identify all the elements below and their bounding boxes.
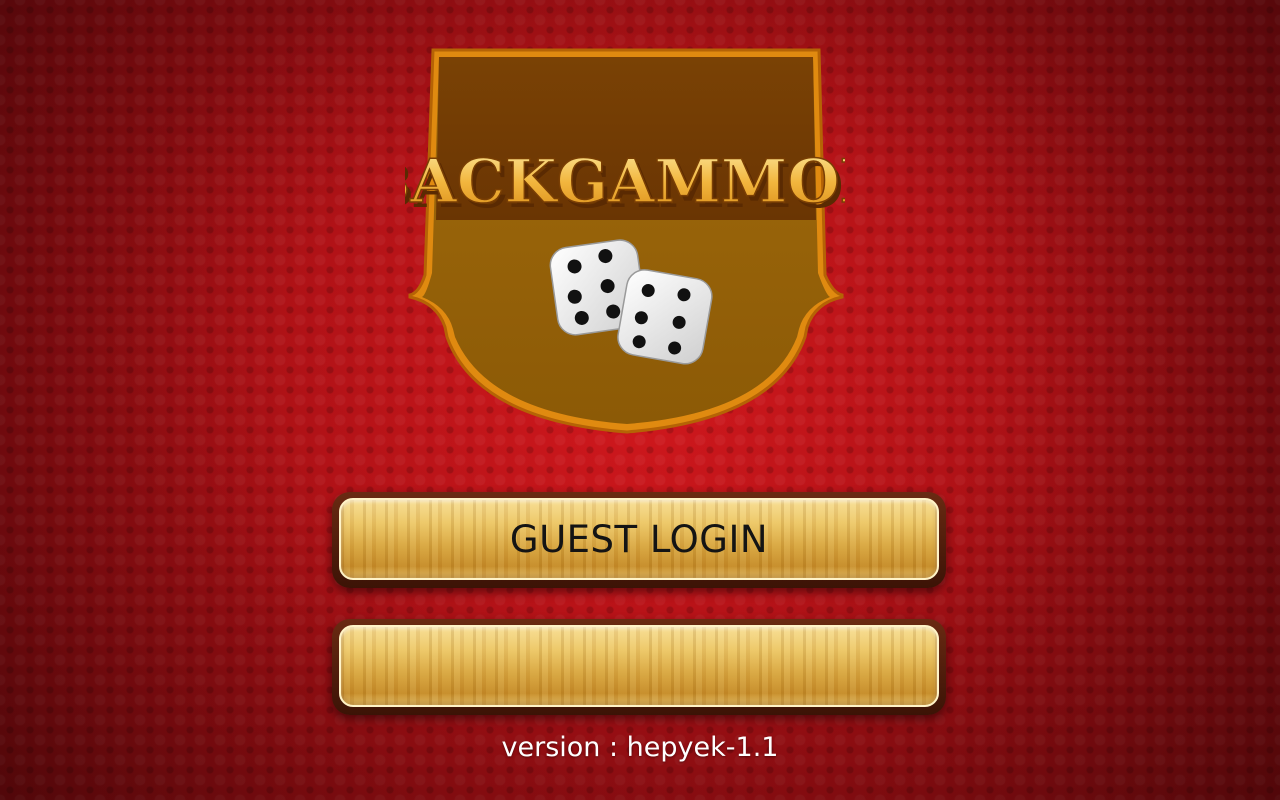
guest-login-button[interactable]: GUEST LOGIN <box>332 492 946 588</box>
secondary-login-button-face[interactable] <box>339 625 939 707</box>
version-label: version : hepyek-1.1 <box>501 732 779 763</box>
logo-title: BACKGAMMON <box>405 147 845 217</box>
guest-login-button-face[interactable]: GUEST LOGIN <box>339 498 939 580</box>
secondary-login-button[interactable] <box>332 619 946 715</box>
backgammon-logo: BACKGAMMON BACKGAMMON <box>405 48 845 434</box>
guest-login-label: GUEST LOGIN <box>509 517 769 561</box>
